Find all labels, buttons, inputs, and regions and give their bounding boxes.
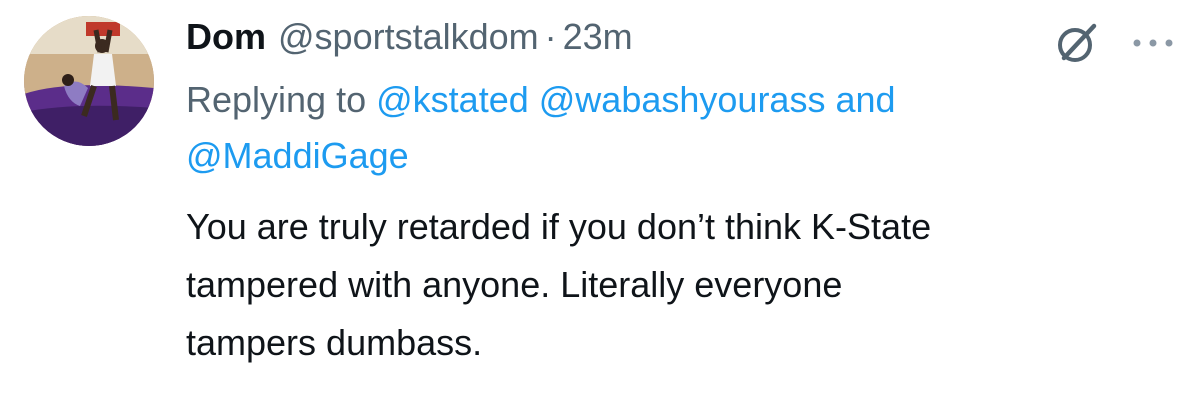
replying-to-conjunction[interactable]: and xyxy=(835,79,895,120)
author-handle[interactable]: @sportstalkdom xyxy=(278,8,539,66)
tweet-text-line: You are truly retarded if you don’t thin… xyxy=(186,206,932,247)
tweet-actions xyxy=(1054,20,1176,66)
replying-to: Replying to @kstated @wabashyourass and … xyxy=(186,72,1176,184)
avatar-photo-image xyxy=(24,16,154,146)
timestamp[interactable]: 23m xyxy=(563,8,633,66)
replying-to-label: Replying to xyxy=(186,79,367,120)
tweet-header: Dom @sportstalkdom · 23m xyxy=(186,8,1176,66)
more-icon[interactable] xyxy=(1130,33,1176,53)
separator-dot: · xyxy=(544,16,557,57)
tweet-content: Dom @sportstalkdom · 23m Replying to @ks… xyxy=(186,8,1176,372)
author-name[interactable]: Dom xyxy=(186,8,266,66)
mention-link-wabashyourass[interactable]: @wabashyourass xyxy=(539,79,826,120)
mention-link-kstated[interactable]: @kstated xyxy=(376,79,529,120)
tweet[interactable]: Dom @sportstalkdom · 23m Replying to @ks… xyxy=(0,0,1200,400)
grok-icon[interactable] xyxy=(1054,20,1100,66)
avatar[interactable] xyxy=(24,16,154,146)
tweet-text: You are truly retarded if you don’t thin… xyxy=(186,198,1176,372)
tweet-text-line: tampers dumbass. xyxy=(186,322,483,363)
mention-link-maddigage[interactable]: @MaddiGage xyxy=(186,135,409,176)
tweet-text-line: tampered with anyone. Literally everyone xyxy=(186,264,843,305)
